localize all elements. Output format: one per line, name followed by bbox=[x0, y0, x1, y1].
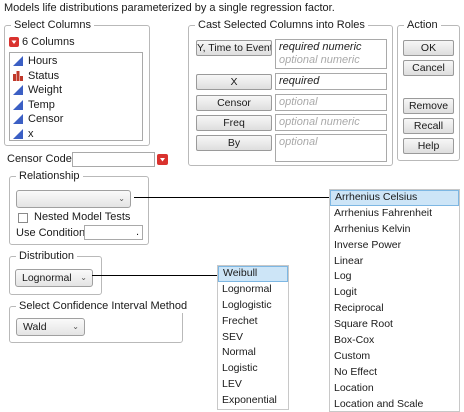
column-name: Status bbox=[28, 69, 60, 82]
menu-item[interactable]: Arrhenius Fahrenheit bbox=[330, 206, 459, 222]
column-name: Weight bbox=[28, 84, 63, 96]
list-item[interactable]: x bbox=[13, 127, 139, 142]
use-condition-value: . bbox=[135, 226, 139, 238]
continuous-icon bbox=[13, 114, 23, 125]
menu-item[interactable]: Inverse Power bbox=[330, 238, 459, 254]
list-item[interactable]: Censor bbox=[13, 112, 139, 127]
ci-method-group: Select Confidence Interval Method Wald ⌄ bbox=[9, 300, 191, 343]
nested-model-tests-label: Nested Model Tests bbox=[34, 211, 131, 223]
menu-item[interactable]: Linear bbox=[330, 254, 459, 270]
menu-item[interactable]: Logistic bbox=[218, 361, 288, 377]
list-item[interactable]: Status bbox=[13, 69, 139, 84]
distribution-selected-value: Lognormal bbox=[22, 272, 72, 284]
action-title: Action bbox=[404, 19, 441, 32]
by-button[interactable]: By bbox=[196, 135, 272, 151]
menu-item[interactable]: Arrhenius Kelvin bbox=[330, 222, 459, 238]
menu-item[interactable]: Weibull bbox=[218, 266, 288, 282]
continuous-icon bbox=[13, 99, 23, 110]
continuous-icon bbox=[13, 56, 23, 67]
x-role-list[interactable]: required bbox=[275, 73, 387, 90]
censor-code-menu-icon[interactable] bbox=[157, 154, 168, 165]
distribution-select[interactable]: Lognormal ⌄ bbox=[15, 269, 93, 287]
continuous-icon bbox=[13, 128, 23, 139]
columns-list[interactable]: Hours Status Weight Temp Censor x bbox=[9, 52, 143, 141]
distribution-options-menu[interactable]: Weibull Lognormal Loglogistic Frechet SE… bbox=[217, 265, 289, 410]
by-role-list[interactable]: optional bbox=[275, 134, 387, 162]
by-optional-hint: optional bbox=[279, 136, 318, 148]
menu-item[interactable]: Custom bbox=[330, 349, 459, 365]
action-group: Action OK Cancel Remove Recall Help bbox=[397, 19, 460, 161]
continuous-icon bbox=[13, 85, 23, 96]
use-condition-label: Use Condition bbox=[16, 227, 86, 239]
menu-item[interactable]: Location bbox=[330, 381, 459, 397]
column-name: x bbox=[28, 127, 34, 140]
y-time-to-event-button[interactable]: Y, Time to Event bbox=[196, 40, 272, 56]
freq-role-list[interactable]: optional numeric bbox=[275, 114, 387, 131]
help-button[interactable]: Help bbox=[403, 138, 454, 154]
menu-item[interactable]: Box-Cox bbox=[330, 333, 459, 349]
cancel-button[interactable]: Cancel bbox=[403, 60, 454, 76]
ci-method-title: Select Confidence Interval Method bbox=[16, 300, 191, 313]
censor-optional-hint: optional bbox=[279, 96, 318, 108]
distribution-title: Distribution bbox=[16, 250, 78, 263]
chevron-down-icon: ⌄ bbox=[72, 322, 79, 331]
censor-role-list[interactable]: optional bbox=[275, 94, 387, 111]
menu-item[interactable]: LEV bbox=[218, 377, 288, 393]
chevron-down-icon: ⌄ bbox=[80, 273, 87, 282]
chevron-down-icon: ⌄ bbox=[118, 194, 125, 203]
relationship-connector-line bbox=[134, 197, 329, 198]
menu-item[interactable]: Lognormal bbox=[218, 282, 288, 298]
censor-code-field[interactable] bbox=[72, 152, 155, 167]
roles-group: Cast Selected Columns into Roles Y, Time… bbox=[188, 19, 393, 166]
relationship-group: Relationship ⌄ Nested Model Tests Use Co… bbox=[9, 170, 149, 245]
select-columns-group: Select Columns 6 Columns Hours Status We… bbox=[4, 19, 150, 146]
ci-method-select[interactable]: Wald ⌄ bbox=[16, 318, 85, 336]
roles-title: Cast Selected Columns into Roles bbox=[195, 19, 368, 32]
relationship-options-menu[interactable]: Arrhenius Celsius Arrhenius Fahrenheit A… bbox=[329, 189, 460, 412]
ci-method-selected-value: Wald bbox=[23, 321, 47, 333]
distribution-group: Distribution Lognormal ⌄ bbox=[9, 250, 102, 295]
y-role-list[interactable]: required numeric optional numeric bbox=[275, 39, 387, 69]
list-item[interactable]: Temp bbox=[13, 98, 139, 113]
relationship-select[interactable]: ⌄ bbox=[16, 190, 131, 208]
menu-item[interactable]: Reciprocal bbox=[330, 301, 459, 317]
menu-item[interactable]: Square Root bbox=[330, 317, 459, 333]
remove-button[interactable]: Remove bbox=[403, 98, 454, 114]
column-name: Censor bbox=[28, 113, 64, 125]
column-name: Temp bbox=[28, 98, 55, 111]
column-name: Hours bbox=[28, 55, 58, 67]
select-columns-title: Select Columns bbox=[11, 19, 95, 32]
dialog-description: Models life distributions parameterized … bbox=[4, 2, 335, 14]
freq-optional-hint: optional numeric bbox=[279, 116, 360, 128]
menu-item[interactable]: Normal bbox=[218, 345, 288, 361]
nested-model-tests-checkbox[interactable] bbox=[18, 213, 28, 223]
menu-item[interactable]: Loglogistic bbox=[218, 298, 288, 314]
y-required-hint: required numeric bbox=[279, 41, 362, 53]
menu-item[interactable]: Location and Scale bbox=[330, 397, 459, 412]
x-required-hint: required bbox=[279, 75, 320, 87]
menu-item[interactable]: SEV bbox=[218, 330, 288, 346]
menu-item[interactable]: Frechet bbox=[218, 314, 288, 330]
use-condition-field[interactable]: . bbox=[84, 225, 143, 240]
freq-button[interactable]: Freq bbox=[196, 115, 272, 131]
menu-item[interactable]: Logit bbox=[330, 285, 459, 301]
y-optional-hint: optional numeric bbox=[279, 54, 360, 66]
menu-item[interactable]: Arrhenius Celsius bbox=[330, 190, 459, 206]
nominal-icon bbox=[13, 70, 23, 81]
distribution-connector-line bbox=[92, 275, 217, 276]
columns-count-dropdown[interactable]: 6 Columns bbox=[9, 36, 75, 48]
relationship-title: Relationship bbox=[16, 170, 83, 183]
menu-item[interactable]: Exponential bbox=[218, 393, 288, 409]
censor-code-label: Censor Code: bbox=[7, 153, 75, 165]
menu-item[interactable]: Log bbox=[330, 269, 459, 285]
x-button[interactable]: X bbox=[196, 74, 272, 90]
censor-button[interactable]: Censor bbox=[196, 95, 272, 111]
columns-count-label: 6 Columns bbox=[22, 36, 75, 48]
recall-button[interactable]: Recall bbox=[403, 118, 454, 134]
list-item[interactable]: Weight bbox=[13, 83, 139, 98]
ok-button[interactable]: OK bbox=[403, 40, 454, 56]
red-triangle-icon[interactable] bbox=[9, 37, 19, 47]
list-item[interactable]: Hours bbox=[13, 54, 139, 69]
menu-item[interactable]: No Effect bbox=[330, 365, 459, 381]
